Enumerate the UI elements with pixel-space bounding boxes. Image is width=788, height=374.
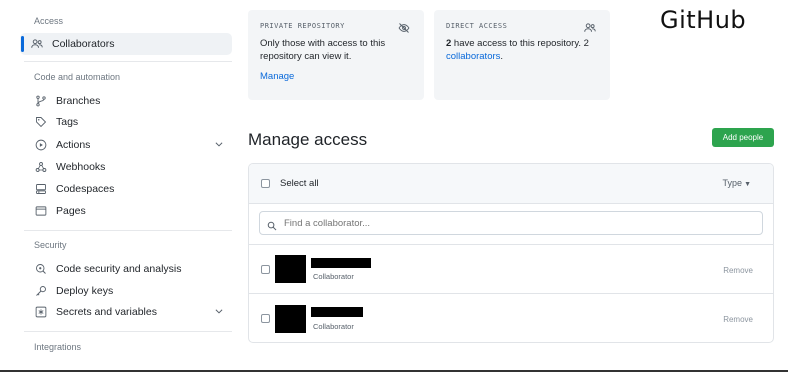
search-row [249,204,773,245]
settings-sidebar: Access Collaborators Code and automation… [0,0,240,360]
sidebar-item-branches[interactable]: Branches [24,91,232,111]
sidebar-divider [24,230,232,231]
sidebar-item-secrets[interactable]: Secrets and variables [24,302,232,322]
remove-button[interactable]: Remove [723,266,753,275]
eye-closed-icon [398,21,410,33]
sidebar-item-label: Code security and analysis [56,263,182,275]
select-all-checkbox[interactable] [261,179,270,188]
sidebar-item-label: Deploy keys [56,285,114,297]
sidebar-item-code-security[interactable]: Code security and analysis [24,259,232,279]
avatar [275,255,306,283]
sidebar-item-actions[interactable]: Actions [24,135,232,155]
redacted-name [311,258,371,268]
play-icon [34,138,48,152]
sidebar-item-tags[interactable]: Tags [24,112,232,132]
search-icon [267,218,277,231]
type-filter-dropdown[interactable]: Type ▼ [723,178,751,188]
browser-icon [34,204,48,218]
github-logo-text: GitHub [660,6,747,34]
sidebar-item-label: Branches [56,95,101,107]
direct-access-card: DIRECT ACCESS 2 have access to this repo… [434,10,610,100]
key-icon [34,284,48,298]
select-all-label: Select all [280,178,319,189]
access-text: have access to this repository. 2 [451,38,589,49]
security-heading: Security [34,240,67,250]
find-collaborator-input[interactable] [259,211,763,235]
chevron-down-icon[interactable] [214,139,224,149]
role-label: Collaborator [313,272,354,281]
private-repository-card: PRIVATE REPOSITORY Only those with acces… [248,10,424,100]
branch-icon [34,94,48,108]
sidebar-divider [24,331,232,332]
card-label: DIRECT ACCESS [446,22,508,30]
collaborator-row: Collaborator Remove [249,245,773,294]
avatar [275,305,306,333]
page-title: Manage access [248,130,368,149]
sidebar-item-label: Codespaces [56,183,115,195]
code-automation-heading: Code and automation [34,72,121,82]
people-icon [584,21,596,33]
add-people-button[interactable]: Add people [712,128,774,147]
sidebar-item-pages[interactable]: Pages [24,201,232,221]
sidebar-item-label: Webhooks [56,161,106,173]
access-text-end: . [500,51,504,62]
collaborators-link[interactable]: collaborators [446,51,500,62]
remove-button[interactable]: Remove [723,315,753,324]
tag-icon [34,115,48,129]
card-description: Only those with access to this repositor… [260,38,386,62]
collaborators-header: Select all Type ▼ [249,164,773,204]
sidebar-item-webhooks[interactable]: Webhooks [24,157,232,177]
chevron-down-icon[interactable] [214,306,224,316]
sidebar-item-label: Collaborators [52,38,115,50]
role-label: Collaborator [313,322,354,331]
access-heading: Access [34,16,64,26]
sidebar-item-collaborators[interactable]: Collaborators [20,33,232,55]
collaborator-row: Collaborator Remove [249,295,773,342]
sidebar-item-label: Actions [56,139,91,151]
sidebar-item-label: Pages [56,205,86,217]
asterisk-icon [34,305,48,319]
sidebar-item-label: Secrets and variables [56,306,157,318]
integrations-heading: Integrations [34,342,82,352]
collaborators-box: Select all Type▼ Collaborator Remove Col… [248,163,774,343]
codespaces-icon [34,182,48,196]
card-description: 2 have access to this repository. 2 coll… [446,37,596,63]
card-label: PRIVATE REPOSITORY [260,22,345,30]
row-checkbox[interactable] [261,265,270,274]
bottom-divider [0,370,788,372]
webhook-icon [34,160,48,174]
caret-down-icon: ▼ [744,181,751,188]
manage-link[interactable]: Manage [260,71,412,82]
row-checkbox[interactable] [261,314,270,323]
codescan-icon [34,262,48,276]
people-icon [30,37,44,51]
sidebar-item-codespaces[interactable]: Codespaces [24,179,232,199]
redacted-name [311,307,363,317]
sidebar-item-deploy-keys[interactable]: Deploy keys [24,281,232,301]
sidebar-divider [24,61,232,62]
sidebar-item-label: Tags [56,116,79,128]
type-filter-label: Type [722,178,743,188]
